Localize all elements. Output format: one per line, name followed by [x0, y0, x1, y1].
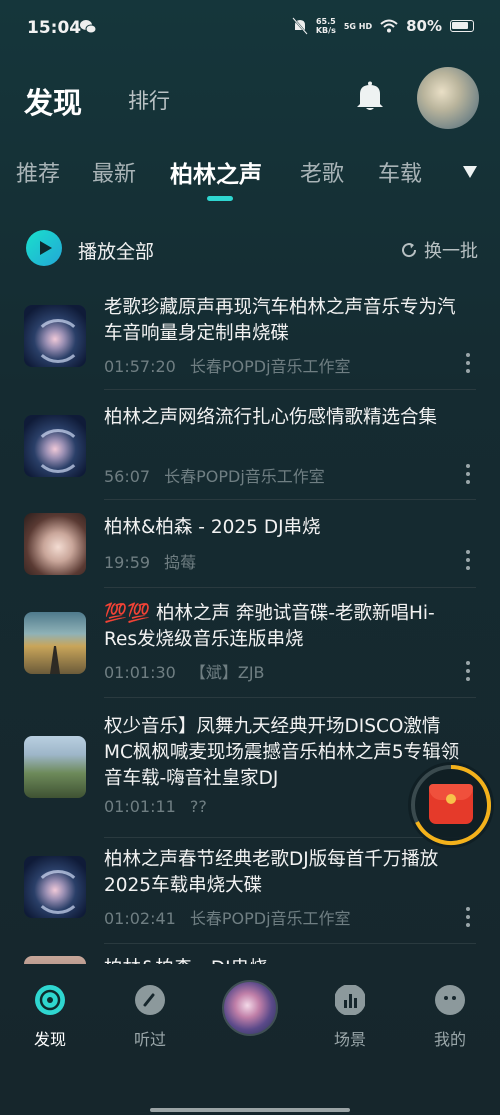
home-indicator[interactable]: [150, 1108, 350, 1112]
battery-percent: 80%: [406, 17, 442, 35]
nav-label: 发现: [33, 1030, 66, 1049]
tab-latest[interactable]: 最新: [92, 156, 136, 188]
red-envelope-icon: [429, 784, 473, 824]
more-icon[interactable]: [460, 352, 476, 374]
bell-icon[interactable]: [355, 80, 385, 112]
profile-icon: [435, 985, 465, 1015]
refresh-icon: [402, 243, 417, 258]
cover-image: [24, 856, 86, 918]
wifi-icon: [380, 19, 398, 33]
list-item[interactable]: 柏林&柏森 - DJ串烧: [0, 944, 500, 964]
refresh-button[interactable]: 换一批: [400, 237, 478, 263]
play-icon: [40, 241, 52, 255]
list-item[interactable]: 柏林之声春节经典老歌DJ版每首千万播放2025车载串烧大碟 01:02:41 长春…: [0, 838, 500, 944]
now-playing-disc[interactable]: [222, 980, 278, 1036]
tab-oldies[interactable]: 老歌: [300, 156, 344, 188]
nav-label: 我的: [433, 1030, 466, 1049]
song-meta: 01:01:30 【斌】ZJB: [104, 663, 265, 682]
cover-image: [24, 305, 86, 367]
nav-scene[interactable]: 场景: [318, 984, 382, 1050]
red-packet-button[interactable]: [408, 762, 494, 848]
discover-icon: [35, 985, 65, 1015]
tab-berlin[interactable]: 柏林之声: [170, 155, 262, 189]
tab-rank[interactable]: 排行: [128, 85, 170, 115]
nav-label: 场景: [333, 1030, 366, 1049]
status-time: 15:04: [27, 18, 82, 38]
play-all-label[interactable]: 播放全部: [78, 237, 154, 264]
more-icon[interactable]: [460, 463, 476, 485]
song-meta: 01:57:20 长春POPDj音乐工作室: [104, 357, 351, 376]
list-item[interactable]: 柏林之声网络流行扎心伤感情歌精选合集 56:07 长春POPDj音乐工作室: [0, 390, 500, 500]
song-meta: 01:01:11??: [104, 797, 207, 816]
cover-image: [24, 956, 86, 964]
chevron-down-icon[interactable]: [462, 165, 478, 179]
page-title[interactable]: 发现: [24, 80, 82, 122]
active-tab-indicator: [207, 196, 233, 201]
status-bar: 15:04 65.5 KB/s 5G HD 80%: [0, 0, 500, 60]
network-speed: 65.5 KB/s: [315, 17, 336, 35]
cover-image: [24, 736, 86, 798]
nav-label: 听过: [133, 1030, 166, 1049]
song-meta: 19:59 捣莓: [104, 553, 197, 572]
mute-bell-icon: [292, 17, 308, 35]
history-icon: [135, 985, 165, 1015]
song-title: 柏林之声春节经典老歌DJ版每首千万播放2025车载串烧大碟: [104, 849, 439, 896]
tab-car[interactable]: 车载: [378, 156, 422, 188]
song-title: 柏林之声网络流行扎心伤感情歌精选合集: [104, 407, 438, 428]
category-tabs: 推荐 最新 柏林之声 老歌 车载: [0, 152, 500, 192]
scene-icon: [335, 985, 365, 1015]
nav-discover[interactable]: 发现: [18, 984, 82, 1050]
more-icon[interactable]: [460, 660, 476, 682]
song-title: 老歌珍藏原声再现汽车柏林之声音乐专为汽车音响量身定制串烧碟: [104, 297, 456, 344]
list-item[interactable]: 柏林&柏森 - 2025 DJ串烧 19:59 捣莓: [0, 500, 500, 588]
cover-image: [24, 612, 86, 674]
status-icons: 65.5 KB/s 5G HD 80%: [292, 17, 474, 35]
nav-mine[interactable]: 我的: [418, 984, 482, 1050]
song-title: 柏林&柏森 - DJ串烧: [104, 956, 464, 964]
cover-image: [24, 415, 86, 477]
cover-image: [24, 513, 86, 575]
bottom-nav: 发现 听过 场景 我的: [0, 968, 500, 1078]
song-list[interactable]: 老歌珍藏原声再现汽车柏林之声音乐专为汽车音响量身定制串烧碟 01:57:20 长春…: [0, 280, 500, 964]
avatar[interactable]: [417, 67, 479, 129]
wechat-icon: [80, 20, 97, 34]
song-meta: 01:02:41 长春POPDj音乐工作室: [104, 909, 351, 928]
signal-label: 5G HD: [343, 21, 373, 31]
list-item[interactable]: 💯💯 柏林之声 奔驰试音碟-老歌新唱Hi-Res发烧级音乐连版串烧 01:01:…: [0, 588, 500, 698]
more-icon[interactable]: [460, 906, 476, 928]
refresh-label: 换一批: [424, 241, 478, 262]
battery-icon: [450, 20, 474, 32]
list-item[interactable]: 老歌珍藏原声再现汽车柏林之声音乐专为汽车音响量身定制串烧碟 01:57:20 长春…: [0, 280, 500, 390]
song-title: 💯💯 柏林之声 奔驰试音碟-老歌新唱Hi-Res发烧级音乐连版串烧: [104, 603, 435, 650]
tab-recommend[interactable]: 推荐: [16, 156, 60, 188]
song-title: 柏林&柏森 - 2025 DJ串烧: [104, 517, 321, 538]
nav-history[interactable]: 听过: [118, 984, 182, 1050]
more-icon[interactable]: [460, 549, 476, 571]
song-meta: 56:07 长春POPDj音乐工作室: [104, 467, 325, 486]
play-all-button[interactable]: [26, 230, 62, 266]
